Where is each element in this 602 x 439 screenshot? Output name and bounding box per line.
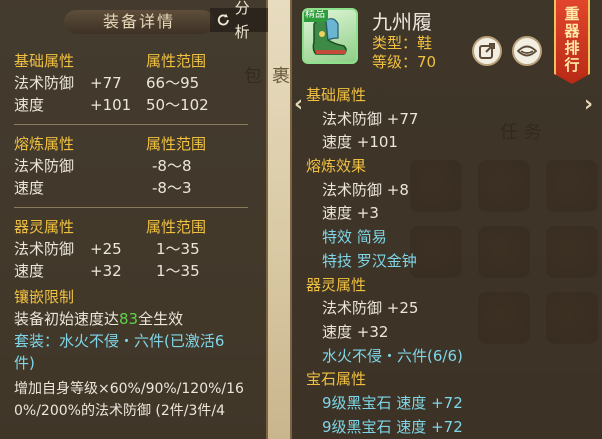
bonus-line: 增加自身等级×60%/90%/120%/16 bbox=[14, 378, 254, 400]
set-line: 件) bbox=[14, 352, 254, 374]
attr-name: 速度 bbox=[14, 262, 45, 280]
set-line: 套装：水火不侵・六件(已激活6 bbox=[14, 330, 254, 352]
base-attributes-label: 基础属性 bbox=[14, 52, 75, 70]
divider bbox=[14, 207, 248, 208]
set-text: 套装：水火不侵・六件(已激活6 bbox=[14, 332, 225, 350]
range-header: 属性范围 bbox=[146, 52, 207, 70]
attr-range: -8～8 bbox=[152, 157, 192, 175]
share-button[interactable] bbox=[472, 36, 502, 66]
item-tooltip-panel: 精品 九州履 类型：鞋 等级：70 重器排行 ‹ › 基础属性 法术防御 +77… bbox=[290, 0, 602, 439]
panel-title: 装备详情 bbox=[64, 10, 214, 34]
equipment-detail-panel: 装备详情 分析 基础属性 属性范围 法术防御 +77 66～95 速度 +101… bbox=[0, 0, 268, 439]
gem-attr: 9级黑宝石 速度 +72 bbox=[322, 417, 463, 436]
analyze-label: 分析 bbox=[234, 0, 250, 41]
attr-name: 法术防御 bbox=[14, 157, 75, 175]
section-header: 器灵属性 属性范围 bbox=[14, 216, 254, 238]
bonus-text: 增加自身等级×60%/90%/120%/16 bbox=[14, 381, 244, 397]
inlay-text: 装备初始速度达83全生效 bbox=[14, 308, 254, 330]
range-header: 属性范围 bbox=[146, 135, 207, 153]
attr-value: +101 bbox=[90, 96, 132, 114]
bonus-line: 0%/200%的法术防御 (2件/3件/4 bbox=[14, 400, 254, 422]
attr-range: 1～35 bbox=[156, 240, 200, 258]
inlay-prefix: 装备初始速度达 bbox=[14, 310, 120, 328]
smelt-attr: 速度 +3 bbox=[322, 204, 379, 223]
ranking-ribbon[interactable]: 重器排行 bbox=[554, 0, 590, 84]
attr-range: 1～35 bbox=[156, 262, 200, 280]
range-header: 属性范围 bbox=[146, 218, 207, 236]
attr-range: 66～95 bbox=[146, 74, 200, 92]
attr-name: 速度 bbox=[14, 179, 45, 197]
special-skill: 特技 罗汉金钟 bbox=[322, 251, 417, 270]
preview-button[interactable] bbox=[512, 36, 542, 66]
section-header: 熔炼属性 属性范围 bbox=[14, 133, 254, 155]
attr-value: +77 bbox=[90, 74, 122, 92]
attribute-list: 基础属性 属性范围 法术防御 +77 66～95 速度 +101 50～102 … bbox=[14, 50, 254, 422]
inlay-text-line: 装备初始速度达83全生效 bbox=[14, 308, 183, 330]
spirit-attr: 速度 +32 bbox=[322, 322, 389, 341]
attribute-row: 速度 +32 1～35 bbox=[14, 260, 254, 282]
bag-tab-2[interactable]: 裹 bbox=[272, 62, 290, 88]
refresh-icon bbox=[217, 13, 229, 26]
attr-name: 法术防御 bbox=[14, 74, 75, 92]
share-icon bbox=[479, 43, 495, 59]
base-attr: 法术防御 +77 bbox=[322, 109, 419, 128]
base-attributes-label: 基础属性 bbox=[306, 86, 367, 104]
smelt-attr: 法术防御 +8 bbox=[322, 180, 409, 199]
inlay-limit-label: 镶嵌限制 bbox=[14, 288, 75, 306]
attribute-row: 法术防御 +25 1～35 bbox=[14, 238, 254, 260]
attr-name: 速度 bbox=[14, 96, 45, 114]
smelt-effect-label: 熔炼效果 bbox=[306, 157, 367, 176]
attribute-row: 法术防御 -8～8 bbox=[14, 155, 254, 177]
gem-attributes-label: 宝石属性 bbox=[306, 370, 367, 389]
item-level: 等级：70 bbox=[372, 53, 437, 71]
divider bbox=[14, 124, 248, 125]
bonus-text: 0%/200%的法术防御 (2件/3件/4 bbox=[14, 403, 226, 419]
attribute-row: 速度 +101 50～102 bbox=[14, 94, 254, 116]
attr-value: +25 bbox=[90, 240, 122, 258]
tooltip-attribute-list: 基础属性 法术防御 +77 速度 +101 熔炼效果 法术防御 +8 速度 +3… bbox=[306, 84, 566, 439]
inlay-suffix: 全生效 bbox=[138, 310, 184, 328]
inlay-number: 83 bbox=[119, 310, 139, 328]
set-status: 水火不侵・六件(6/6) bbox=[322, 346, 463, 365]
inlay-header: 镶嵌限制 bbox=[14, 286, 254, 308]
attr-value: +32 bbox=[90, 262, 122, 280]
attribute-row: 法术防御 +77 66～95 bbox=[14, 72, 254, 94]
attr-name: 法术防御 bbox=[14, 240, 75, 258]
special-effect: 特效 简易 bbox=[322, 228, 387, 247]
eye-icon bbox=[517, 45, 537, 57]
boots-item-icon: 精品 bbox=[302, 8, 358, 64]
item-name: 九州履 bbox=[372, 10, 432, 34]
spirit-attr: 法术防御 +25 bbox=[322, 299, 419, 318]
spirit-attributes-label: 器灵属性 bbox=[14, 218, 75, 236]
next-arrow-icon[interactable]: › bbox=[584, 92, 593, 117]
prev-arrow-icon[interactable]: ‹ bbox=[294, 92, 303, 117]
smelt-attributes-label: 熔炼属性 bbox=[14, 135, 75, 153]
attribute-row: 速度 -8～3 bbox=[14, 177, 254, 199]
set-text: 件) bbox=[14, 354, 35, 372]
spirit-attributes-label: 器灵属性 bbox=[306, 275, 367, 294]
section-header: 基础属性 属性范围 bbox=[14, 50, 254, 72]
ranking-ribbon-label: 重器排行 bbox=[564, 5, 580, 74]
analyze-button[interactable]: 分析 bbox=[210, 0, 268, 41]
attr-range: -8～3 bbox=[152, 179, 192, 197]
panel-header: 装备详情 分析 bbox=[0, 0, 268, 41]
base-attr: 速度 +101 bbox=[322, 133, 398, 152]
item-type: 类型：鞋 bbox=[372, 34, 433, 52]
gem-attr: 9级黑宝石 速度 +72 bbox=[322, 393, 463, 412]
attr-range: 50～102 bbox=[146, 96, 209, 114]
quality-tag: 精品 bbox=[304, 10, 328, 22]
